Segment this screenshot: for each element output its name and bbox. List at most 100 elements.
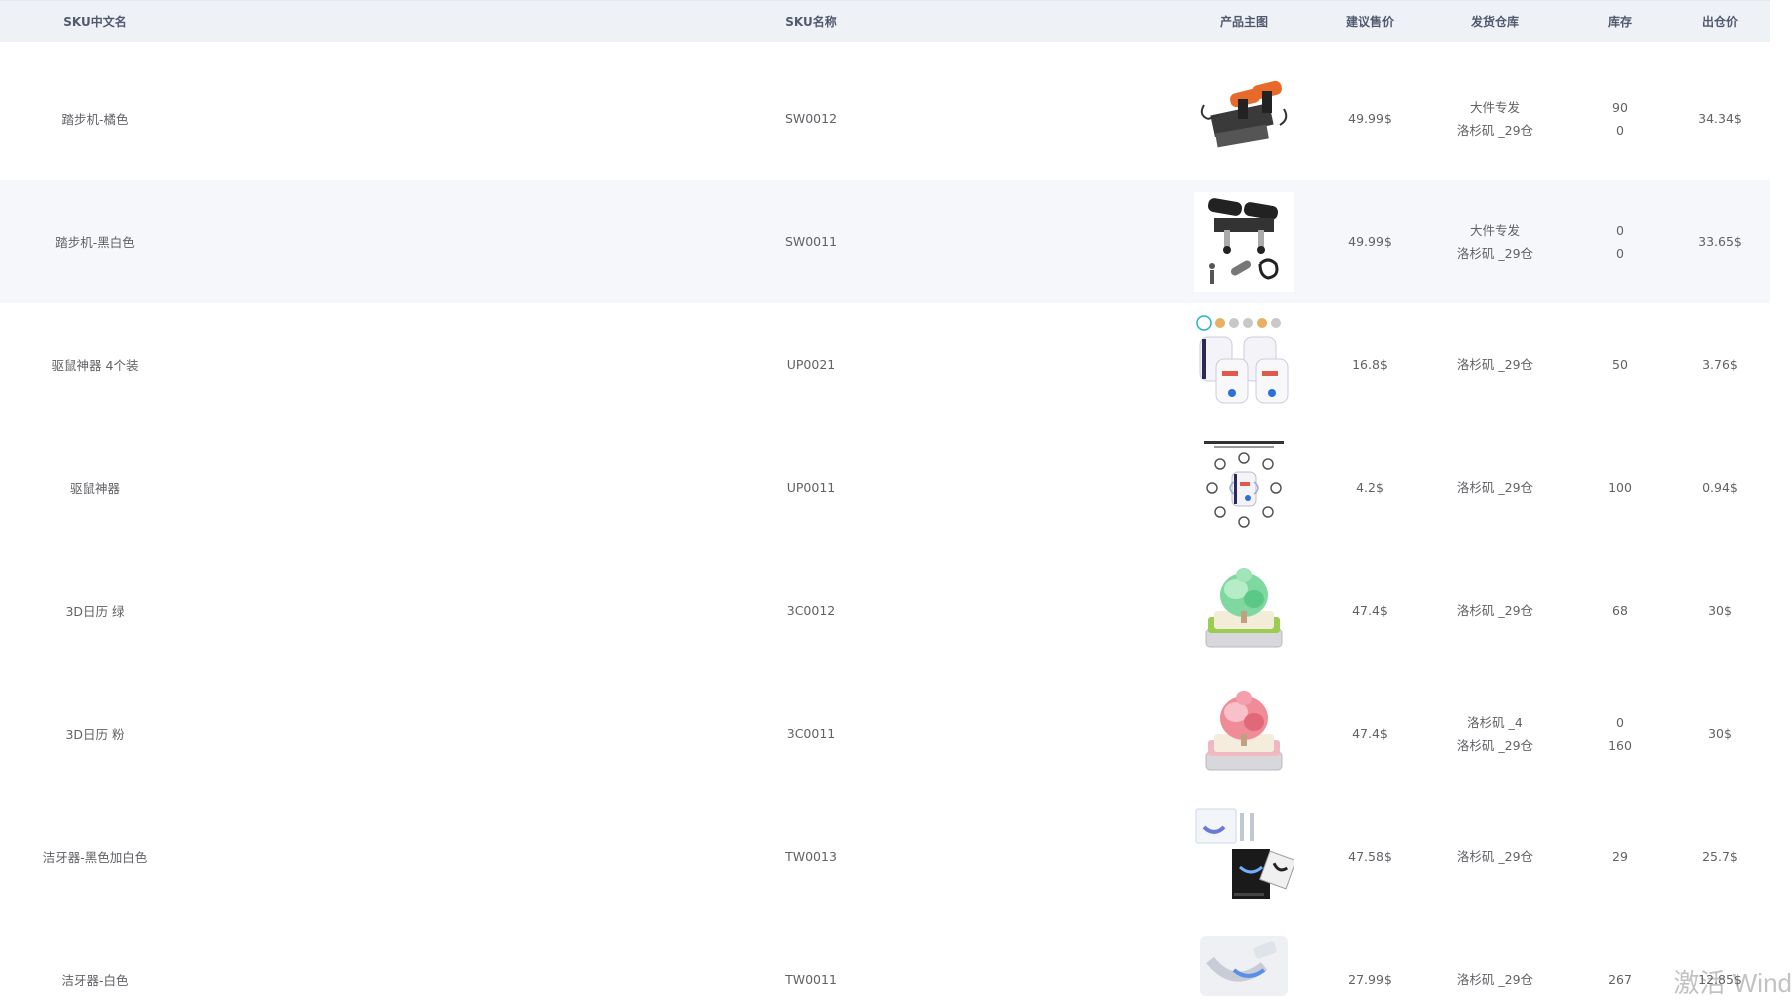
cn-name-cell: 洁牙器-白色	[61, 973, 129, 988]
sku-cell: UP0011	[786, 480, 836, 495]
stock-cell: 90 0	[1570, 57, 1670, 180]
header-price[interactable]: 建议售价	[1320, 1, 1420, 43]
warehouse-line: 大件专发	[1469, 222, 1520, 238]
cn-name-cell: 洁牙器-黑色加白色	[42, 850, 148, 865]
price-cell: 47.4$	[1352, 726, 1388, 741]
sku-cell: 3C0011	[786, 726, 836, 741]
table-header: SKU中文名 SKU名称 产品主图 建议售价 发货仓库 库存 出仓价	[0, 0, 1770, 42]
green-calendar-icon	[1205, 567, 1283, 647]
stock-line: 160	[1608, 737, 1632, 753]
price-cell: 16.8$	[1352, 357, 1388, 372]
warehouse-line: 洛杉矶 _29仓	[1456, 122, 1534, 138]
stock-line: 0	[1616, 222, 1624, 238]
table-row[interactable]: 踏步机-黑白色 SW0011 49.99$ 大件专发 洛杉矶 _29仓 0 0 …	[0, 180, 1770, 303]
stock-line: 267	[1608, 972, 1632, 987]
cn-name-cell: 踏步机-橘色	[61, 112, 129, 127]
sku-cell: TW0013	[785, 849, 837, 864]
product-image[interactable]	[1194, 303, 1294, 426]
stock-cell: 0 160	[1570, 672, 1670, 795]
stock-line: 0	[1616, 122, 1624, 138]
teeth-whitener-kit-icon	[1195, 808, 1294, 899]
product-image[interactable]	[1194, 180, 1294, 303]
stock-line: 50	[1612, 357, 1628, 372]
out-price-cell: 0.94$	[1702, 480, 1738, 495]
black-stepper-icon	[1194, 191, 1294, 292]
warehouse-line: 洛杉矶 _29仓	[1456, 972, 1534, 987]
warehouse-line: 洛杉矶 _29仓	[1456, 480, 1534, 495]
sku-cell: 3C0012	[786, 603, 836, 618]
cn-name-cell: 踏步机-黑白色	[55, 235, 135, 250]
price-cell: 47.58$	[1348, 849, 1392, 864]
warehouse-line: 洛杉矶 _29仓	[1456, 849, 1534, 864]
product-image[interactable]	[1194, 549, 1294, 672]
warehouse-cell: 大件专发 洛杉矶 _29仓	[1440, 180, 1550, 303]
stock-line: 0	[1616, 714, 1624, 730]
price-cell: 47.4$	[1352, 603, 1388, 618]
warehouse-cell: 洛杉矶 _29仓	[1440, 549, 1550, 672]
table-row[interactable]: 3D日历 绿 3C0012 47.4$ 洛杉矶 _29仓 68 30$	[0, 549, 1770, 672]
pink-calendar-icon	[1205, 690, 1283, 770]
stock-cell: 0 0	[1570, 180, 1670, 303]
stock-line: 90	[1612, 99, 1628, 115]
warehouse-line: 洛杉矶 _29仓	[1456, 245, 1534, 261]
stock-line: 0	[1616, 245, 1624, 261]
warehouse-line: 洛杉矶 _29仓	[1456, 603, 1534, 618]
warehouse-cell: 大件专发 洛杉矶 _29仓	[1440, 57, 1550, 180]
stock-cell: 50	[1570, 303, 1670, 426]
sku-cell: SW0012	[784, 111, 838, 126]
cn-name-cell: 驱鼠神器	[69, 481, 120, 496]
table-row[interactable]: 踏步机-橘色 SW0012 49.99$ 大件专发 洛杉矶 _29仓 90 0 …	[0, 57, 1770, 180]
out-price-cell: 30$	[1708, 603, 1732, 618]
price-cell: 4.2$	[1356, 480, 1384, 495]
stock-cell: 267	[1570, 918, 1670, 1004]
table-row[interactable]: 洁牙器-白色 TW0011 27.99$ 洛杉矶 _29仓 267 12.85$	[0, 918, 1770, 1004]
out-price-cell: 34.34$	[1698, 111, 1742, 126]
header-warehouse[interactable]: 发货仓库	[1440, 1, 1550, 43]
table-row[interactable]: 3D日历 粉 3C0011 47.4$ 洛杉矶 _4 洛杉矶 _29仓 0 16…	[0, 672, 1770, 795]
stock-cell: 100	[1570, 426, 1670, 549]
stock-cell: 68	[1570, 549, 1670, 672]
product-image[interactable]	[1194, 672, 1294, 795]
teeth-whitener-white-icon	[1200, 935, 1288, 996]
header-out-price[interactable]: 出仓价	[1670, 1, 1770, 43]
warehouse-cell: 洛杉矶 _29仓	[1440, 918, 1550, 1004]
product-image[interactable]	[1194, 918, 1294, 1004]
warehouse-line: 洛杉矶 _29仓	[1456, 737, 1534, 753]
warehouse-cell: 洛杉矶 _29仓	[1440, 795, 1550, 918]
warehouse-line: 洛杉矶 _29仓	[1456, 357, 1534, 372]
product-image[interactable]	[1194, 426, 1294, 549]
sku-cell: TW0011	[785, 972, 837, 987]
out-price-cell: 30$	[1708, 726, 1732, 741]
out-price-cell: 3.76$	[1702, 357, 1738, 372]
table-row[interactable]: 驱鼠神器 UP0011 4.2$ 洛杉矶 _29仓 100 0.94$	[0, 426, 1770, 549]
stock-line: 29	[1612, 849, 1628, 864]
out-price-cell: 33.65$	[1698, 234, 1742, 249]
warehouse-line: 大件专发	[1469, 99, 1520, 115]
table-row[interactable]: 洁牙器-黑色加白色 TW0013 47.58$ 洛杉矶 _29仓 29 25.7…	[0, 795, 1770, 918]
product-image[interactable]	[1194, 795, 1294, 918]
price-cell: 27.99$	[1348, 972, 1392, 987]
warehouse-cell: 洛杉矶 _29仓	[1440, 303, 1550, 426]
cn-name-cell: 3D日历 粉	[65, 727, 125, 742]
out-price-cell: 25.7$	[1702, 849, 1738, 864]
warehouse-line: 洛杉矶 _4	[1467, 714, 1523, 730]
stock-line: 100	[1608, 480, 1632, 495]
stock-line: 68	[1612, 603, 1628, 618]
sku-table: SKU中文名 SKU名称 产品主图 建议售价 发货仓库 库存 出仓价 踏步机-橘…	[0, 0, 1770, 1004]
price-cell: 49.99$	[1348, 234, 1392, 249]
cn-name-cell: 驱鼠神器 4个装	[51, 358, 139, 373]
table-row[interactable]: 驱鼠神器 4个装 UP0021 16.8$ 洛杉矶 _29仓 50 3.76$	[0, 303, 1770, 426]
header-image[interactable]: 产品主图	[1194, 1, 1294, 43]
sku-cell: UP0021	[786, 357, 836, 372]
warehouse-cell: 洛杉矶 _29仓	[1440, 426, 1550, 549]
cn-name-cell: 3D日历 绿	[65, 604, 125, 619]
header-sku-name[interactable]: SKU名称	[650, 1, 972, 43]
header-stock[interactable]: 库存	[1570, 1, 1670, 43]
repeller-4pack-icon	[1196, 314, 1289, 403]
header-cn-name[interactable]: SKU中文名	[0, 1, 190, 43]
repeller-single-icon	[1204, 440, 1284, 528]
product-image[interactable]	[1194, 57, 1294, 180]
sku-cell: SW0011	[784, 234, 838, 249]
windows-activation-watermark: 激活 Wind	[1673, 968, 1792, 998]
warehouse-cell: 洛杉矶 _4 洛杉矶 _29仓	[1440, 672, 1550, 795]
